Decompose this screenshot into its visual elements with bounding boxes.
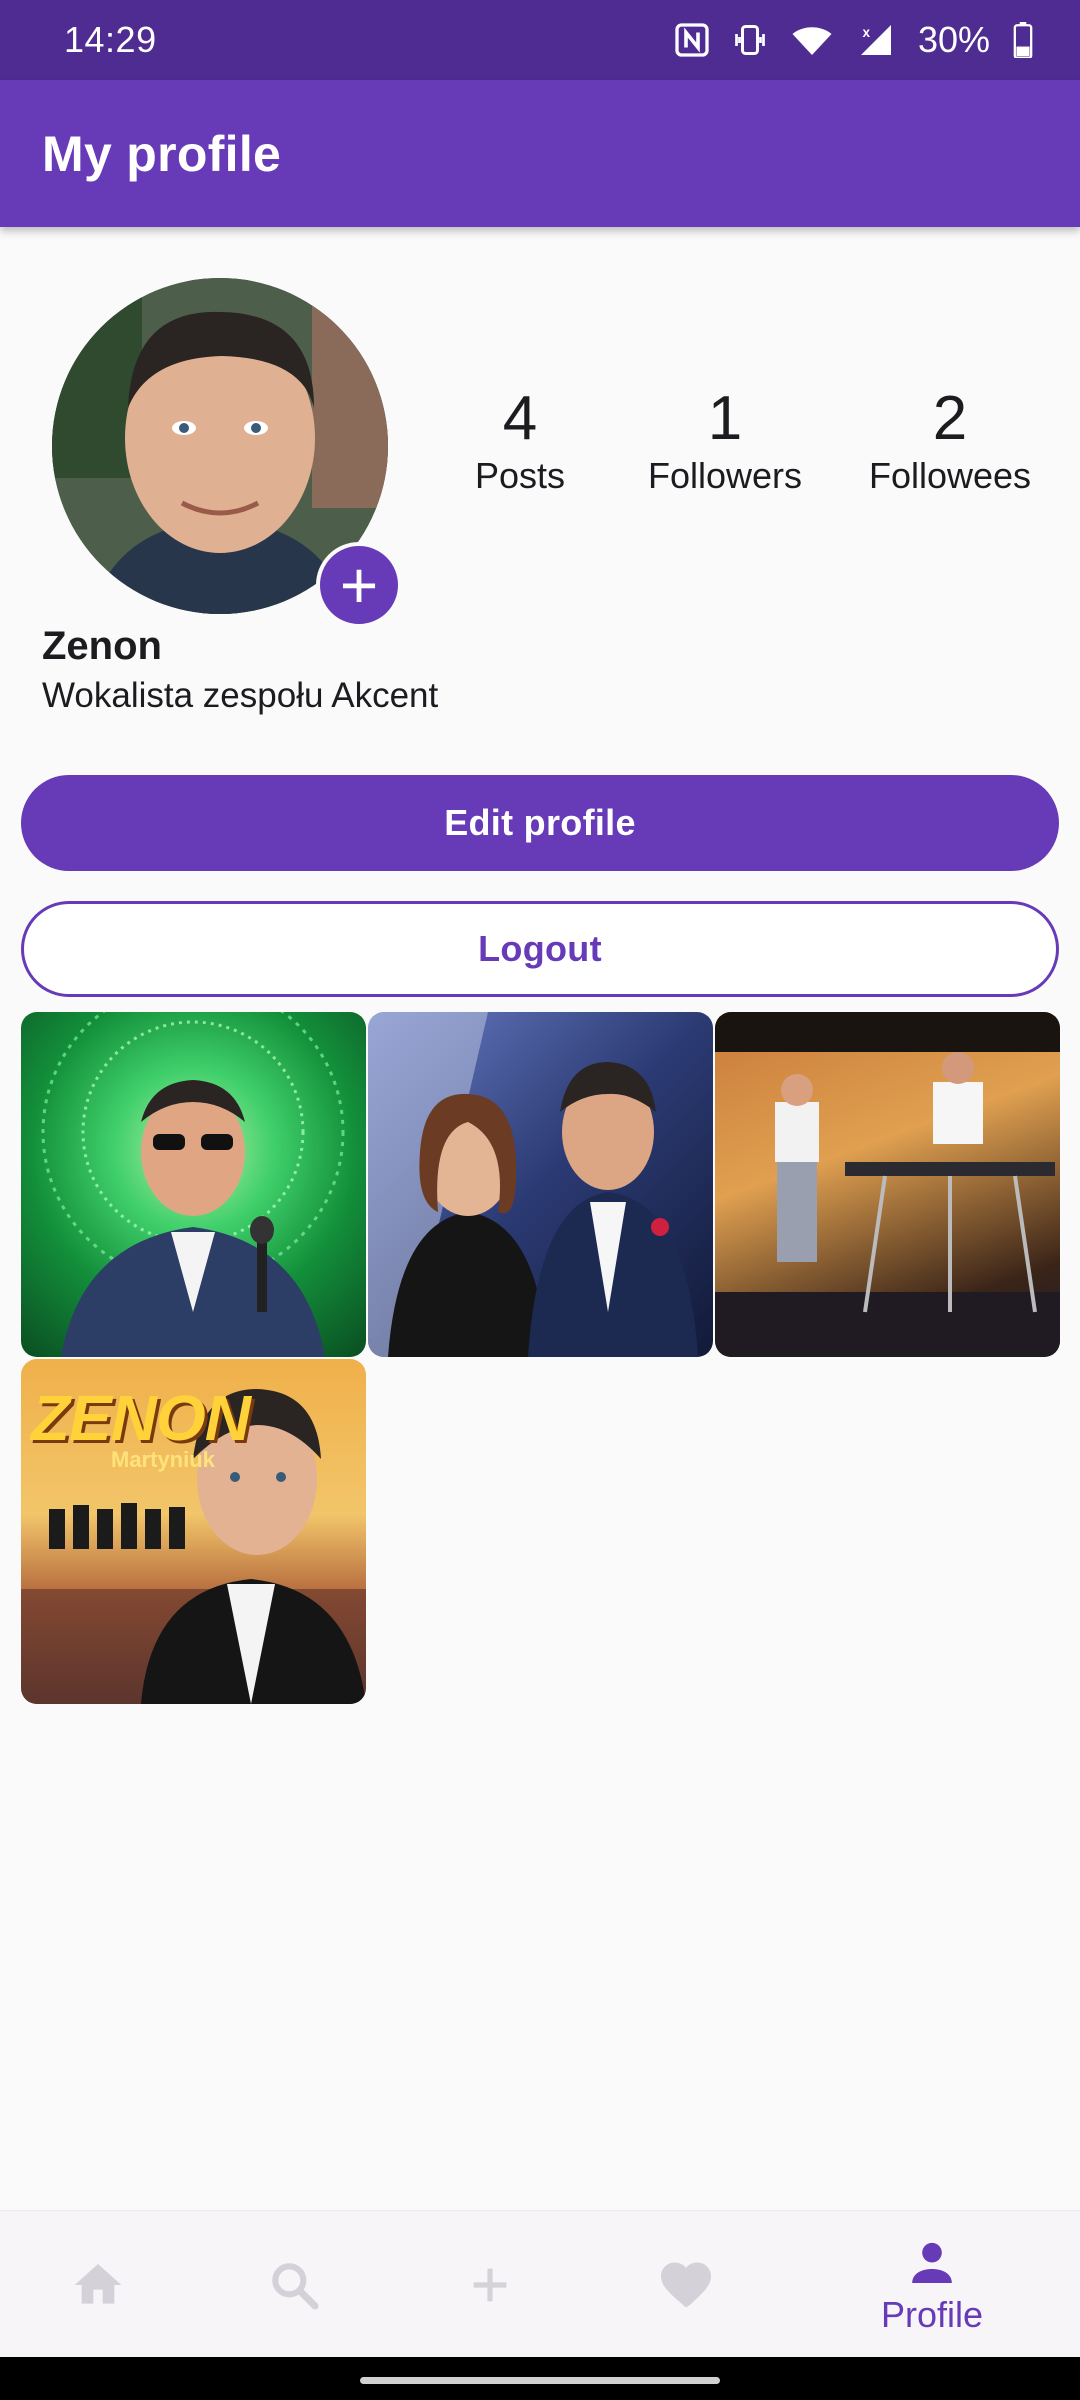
- followees-label: Followees: [868, 455, 1032, 497]
- battery-icon: [1012, 22, 1034, 58]
- profile-stats: 4 Posts 1 Followers 2 Followees: [460, 384, 1060, 515]
- nav-search[interactable]: [196, 2211, 392, 2358]
- stat-followees[interactable]: 2 Followees: [845, 384, 1055, 497]
- signal-icon: x: [856, 22, 896, 58]
- plus-icon: [473, 2268, 507, 2301]
- page-title: My profile: [42, 125, 282, 182]
- wifi-icon: [790, 22, 834, 58]
- bottom-navigation: Profile: [0, 2210, 1080, 2357]
- screen: 14:29 x 30% My profile + 4 Posts 1 Follo…: [0, 0, 1080, 2400]
- vibrate-icon: [732, 22, 768, 58]
- nav-likes[interactable]: [588, 2211, 784, 2358]
- gesture-handle[interactable]: [360, 2377, 720, 2384]
- nav-home[interactable]: [0, 2211, 196, 2358]
- edit-profile-button[interactable]: Edit profile: [21, 775, 1059, 871]
- plus-icon: +: [339, 548, 379, 622]
- stat-followers[interactable]: 1 Followers: [620, 384, 830, 497]
- status-icons: x 30%: [674, 19, 1034, 61]
- gesture-navigation-area: [0, 2357, 1080, 2400]
- nav-add[interactable]: [392, 2211, 588, 2358]
- nav-profile[interactable]: Profile: [834, 2211, 1030, 2358]
- avatar-container: +: [52, 278, 402, 628]
- logout-button[interactable]: Logout: [21, 901, 1059, 997]
- stat-posts[interactable]: 4 Posts: [470, 384, 570, 497]
- status-bar: 14:29 x 30%: [0, 0, 1080, 80]
- profile-bio: Wokalista zespołu Akcent: [42, 676, 439, 715]
- app-bar: My profile: [0, 80, 1080, 227]
- post-cover-title: ZENON: [31, 1382, 251, 1454]
- followees-count: 2: [932, 384, 968, 453]
- post-thumbnail[interactable]: [715, 1012, 1060, 1357]
- home-icon: [74, 2263, 122, 2304]
- svg-text:x: x: [862, 25, 870, 40]
- post-thumbnail[interactable]: [368, 1012, 713, 1357]
- post-thumbnail[interactable]: ZENON Martyniuk: [21, 1359, 366, 1704]
- profile-name: Zenon: [42, 624, 162, 668]
- add-avatar-button[interactable]: +: [316, 542, 402, 628]
- battery-percent: 30%: [917, 19, 990, 60]
- post-cover-subtitle: Martyniuk: [111, 1447, 215, 1472]
- posts-count: 4: [502, 384, 538, 453]
- nfc-icon: [674, 22, 710, 58]
- search-icon: [272, 2262, 319, 2309]
- followers-count: 1: [707, 384, 743, 453]
- person-icon: [912, 2242, 952, 2283]
- posts-label: Posts: [474, 455, 566, 497]
- heart-icon: [661, 2262, 711, 2307]
- nav-profile-label: Profile: [880, 2293, 984, 2335]
- status-time: 14:29: [64, 19, 157, 60]
- post-thumbnail[interactable]: [21, 1012, 366, 1357]
- followers-label: Followers: [647, 455, 803, 497]
